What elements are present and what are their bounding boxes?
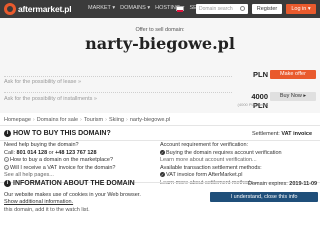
domain-info-heading: i INFORMATION ABOUT THE DOMAIN (4, 180, 135, 187)
settlement-method-item: ✓ VAT invoice form AfterMarket.pl (160, 172, 243, 178)
breadcrumb-separator: › (32, 117, 35, 123)
divider (4, 76, 232, 77)
offer-currency: PLN (253, 70, 268, 79)
breadcrumb: Homepage › Domains for sale › Tourism › … (4, 117, 170, 123)
breadcrumb-skiing[interactable]: Skiing (109, 117, 124, 123)
offer-label: Offer to sell domain: (135, 27, 185, 33)
cookie-accept-button[interactable]: I understand, close this info (210, 192, 318, 202)
help-line: Need help buying the domain? (4, 142, 79, 148)
faq-link-vat[interactable]: ? Will I receive a VAT invoice for the do… (4, 165, 154, 173)
nav-item-domains[interactable]: DOMAINS ▾ (120, 5, 150, 11)
buy-now-button[interactable]: Buy Now ▸ (270, 92, 316, 101)
breadcrumb-current: narty-biegowe.pl (129, 117, 171, 123)
help-pages-link[interactable]: See all help pages... (4, 172, 154, 180)
search-icon[interactable] (240, 6, 245, 11)
breadcrumb-separator: › (125, 117, 128, 123)
settlement-info: Settlement: VAT invoice (252, 131, 313, 137)
check-icon: ✓ (160, 172, 165, 178)
watch-list-text: this domain, add it to the watch list. (4, 207, 90, 213)
breadcrumb-domains[interactable]: Domains for sale (37, 117, 78, 123)
domain-name-title: narty-biegowe.pl (85, 34, 235, 53)
divider (0, 140, 320, 141)
how-to-buy-heading: i HOW TO BUY THIS DOMAIN? (4, 130, 111, 137)
ask-installments-link[interactable]: Ask for the possibility of installments … (4, 96, 97, 102)
breadcrumb-tourism[interactable]: Tourism (84, 117, 103, 123)
question-icon: ? (4, 157, 9, 164)
breadcrumb-separator: › (105, 117, 107, 123)
logo-text: aftermarket.pl (18, 4, 72, 14)
question-icon: ? (4, 164, 9, 171)
settlement-methods-title: Available transaction settlement methods… (160, 164, 262, 171)
price-netto: (4000 PLN netto) (237, 102, 268, 107)
logo-mark-icon (4, 3, 16, 15)
faq-link-marketplace[interactable]: ? How to buy a domain on the marketplace? (4, 157, 154, 165)
breadcrumb-home[interactable]: Homepage (4, 117, 31, 123)
divider (4, 92, 232, 93)
verification-more-link[interactable]: Learn more about account verification... (160, 157, 316, 165)
nav-item-market[interactable]: MARKET ▾ (88, 5, 115, 11)
phone-line: Call: 801 014 128 or +48 123 767 128 (4, 149, 97, 156)
verification-title: Account requirement for verification: (160, 142, 249, 148)
cookie-text: Our website makes use of cookies in your… (4, 192, 154, 206)
register-button[interactable]: Register (252, 4, 282, 14)
logo[interactable]: aftermarket.pl (4, 3, 72, 15)
divider (0, 125, 320, 126)
make-offer-button[interactable]: Make offer (270, 70, 316, 79)
buy-help-column: Need help buying the domain? Call: 801 0… (4, 142, 154, 180)
info-icon: i (4, 180, 11, 187)
cookie-more-info-link[interactable]: Show additional information. (4, 199, 154, 206)
breadcrumb-separator: › (80, 117, 82, 123)
info-icon: i (4, 130, 11, 137)
domain-expiry: Domain expires: 2019-11-09 (248, 181, 318, 187)
login-button[interactable]: Log in ▾ (286, 4, 316, 14)
check-icon: ✓ (160, 149, 165, 155)
ask-lease-link[interactable]: Ask for the possibility of lease » (4, 79, 81, 85)
language-flag-icon[interactable] (176, 6, 184, 12)
price: 4000 PLN (251, 92, 268, 110)
verification-item: ✓ Buying the domain requires account veri… (160, 149, 282, 156)
